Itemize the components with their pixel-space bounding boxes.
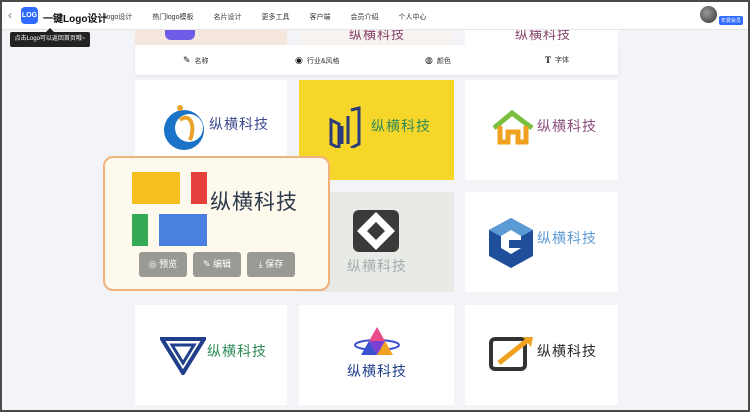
home-tooltip: 点击Logo可以返回首页哦~ bbox=[10, 28, 90, 47]
logo-name: 纵横科技 bbox=[347, 258, 407, 274]
logo-name: 纵横科技 bbox=[209, 116, 269, 132]
swimmer-logo-icon bbox=[164, 105, 204, 150]
logo-name: 纵横科技 bbox=[537, 230, 597, 246]
filter-industry[interactable]: ◉ 行业&风格 bbox=[295, 55, 340, 66]
filter-name[interactable]: ✎ 名称 bbox=[183, 55, 209, 66]
button-label: 编辑 bbox=[213, 259, 232, 269]
shape-blue bbox=[159, 214, 207, 246]
growth-arrow-logo-icon bbox=[489, 337, 533, 371]
shape-red bbox=[191, 172, 207, 204]
triangles-logo-icon bbox=[354, 327, 400, 355]
text-icon: T bbox=[545, 55, 552, 65]
filter-label: 颜色 bbox=[436, 57, 451, 65]
nav-item-client[interactable]: 客户端 bbox=[309, 12, 330, 22]
palette-icon: ◍ bbox=[425, 55, 433, 65]
filter-bar: ✎ 名称 ◉ 行业&风格 ◍ 颜色 T 字体 bbox=[135, 45, 618, 75]
logo-name: 纵横科技 bbox=[537, 343, 597, 359]
logo-preview-popup[interactable]: 纵横科技 ◎ 预览 ✎ 编辑 ⤓ 保存 bbox=[103, 156, 330, 291]
filter-label: 行业&风格 bbox=[306, 57, 340, 65]
save-button[interactable]: ⤓ 保存 bbox=[247, 252, 295, 277]
building-logo-icon bbox=[329, 106, 361, 148]
nav-item-profile[interactable]: 个人中心 bbox=[398, 12, 426, 22]
logo-name: 纵横科技 bbox=[537, 118, 597, 134]
download-icon: ⤓ bbox=[258, 259, 263, 269]
logo-name: 纵横科技 bbox=[210, 191, 298, 214]
logo-card[interactable]: 纵横科技 bbox=[465, 305, 618, 405]
logo-card-partial[interactable]: 纵横科技 bbox=[465, 30, 618, 46]
preview-button[interactable]: ◎ 预览 bbox=[139, 252, 187, 277]
eye-icon: ◎ bbox=[148, 259, 157, 269]
filter-label: 名称 bbox=[194, 57, 209, 65]
filter-font[interactable]: T 字体 bbox=[545, 55, 569, 65]
filter-label: 字体 bbox=[555, 57, 570, 64]
nav-item-membership[interactable]: 会员介绍 bbox=[350, 12, 378, 22]
logo-card[interactable]: 纵横科技 bbox=[465, 192, 618, 292]
nav-item-hot-templates[interactable]: 热门logo模板 bbox=[152, 12, 193, 22]
triangle-logo-icon bbox=[160, 337, 206, 375]
shape-mark bbox=[165, 30, 195, 40]
top-navigation-bar: ‹ LOG 一键Logo设计 logo设计 热门logo模板 名片设计 更多工具… bbox=[2, 2, 748, 30]
logo-card[interactable]: 纵横科技 bbox=[135, 305, 287, 405]
avatar[interactable] bbox=[700, 6, 717, 23]
button-label: 保存 bbox=[265, 259, 284, 269]
logo-name: 纵横科技 bbox=[371, 118, 431, 134]
nav-item-more-tools[interactable]: 更多工具 bbox=[261, 12, 289, 22]
filter-color[interactable]: ◍ 颜色 bbox=[425, 55, 451, 66]
logo-card-partial[interactable]: 纵横科技 bbox=[299, 30, 454, 46]
brand-title[interactable]: 一键Logo设计 bbox=[43, 10, 107, 25]
pen-icon: ✎ bbox=[183, 55, 191, 65]
logo-card[interactable]: 纵横科技 bbox=[465, 80, 618, 180]
app-frame: ‹ LOG 一键Logo设计 logo设计 热门logo模板 名片设计 更多工具… bbox=[0, 0, 750, 412]
edit-icon: ✎ bbox=[202, 259, 211, 269]
shape-yellow bbox=[132, 172, 180, 204]
logo-name: 纵横科技 bbox=[349, 30, 406, 42]
logo-card[interactable]: 纵横科技 bbox=[299, 305, 454, 405]
shape-green bbox=[132, 214, 148, 246]
main-nav: logo设计 热门logo模板 名片设计 更多工具 客户端 会员介绍 个人中心 bbox=[105, 12, 446, 22]
logo-name: 纵横科技 bbox=[207, 343, 267, 359]
vip-badge: 年费会员 bbox=[719, 16, 744, 25]
target-icon: ◉ bbox=[295, 55, 303, 65]
nav-item-card-design[interactable]: 名片设计 bbox=[213, 12, 241, 22]
button-label: 预览 bbox=[159, 259, 178, 269]
diamond-logo-icon bbox=[353, 210, 399, 252]
chevron-left-icon[interactable]: ‹ bbox=[8, 8, 12, 22]
site-logo-icon[interactable]: LOG bbox=[21, 7, 38, 24]
logo-name: 纵横科技 bbox=[515, 30, 572, 42]
nav-item-logo-design[interactable]: logo设计 bbox=[105, 12, 132, 22]
hex-cube-logo-icon bbox=[489, 218, 533, 268]
edit-button[interactable]: ✎ 编辑 bbox=[193, 252, 241, 277]
house-logo-icon bbox=[492, 110, 534, 145]
logo-card-partial[interactable] bbox=[135, 30, 287, 46]
logo-name: 纵横科技 bbox=[347, 363, 407, 379]
